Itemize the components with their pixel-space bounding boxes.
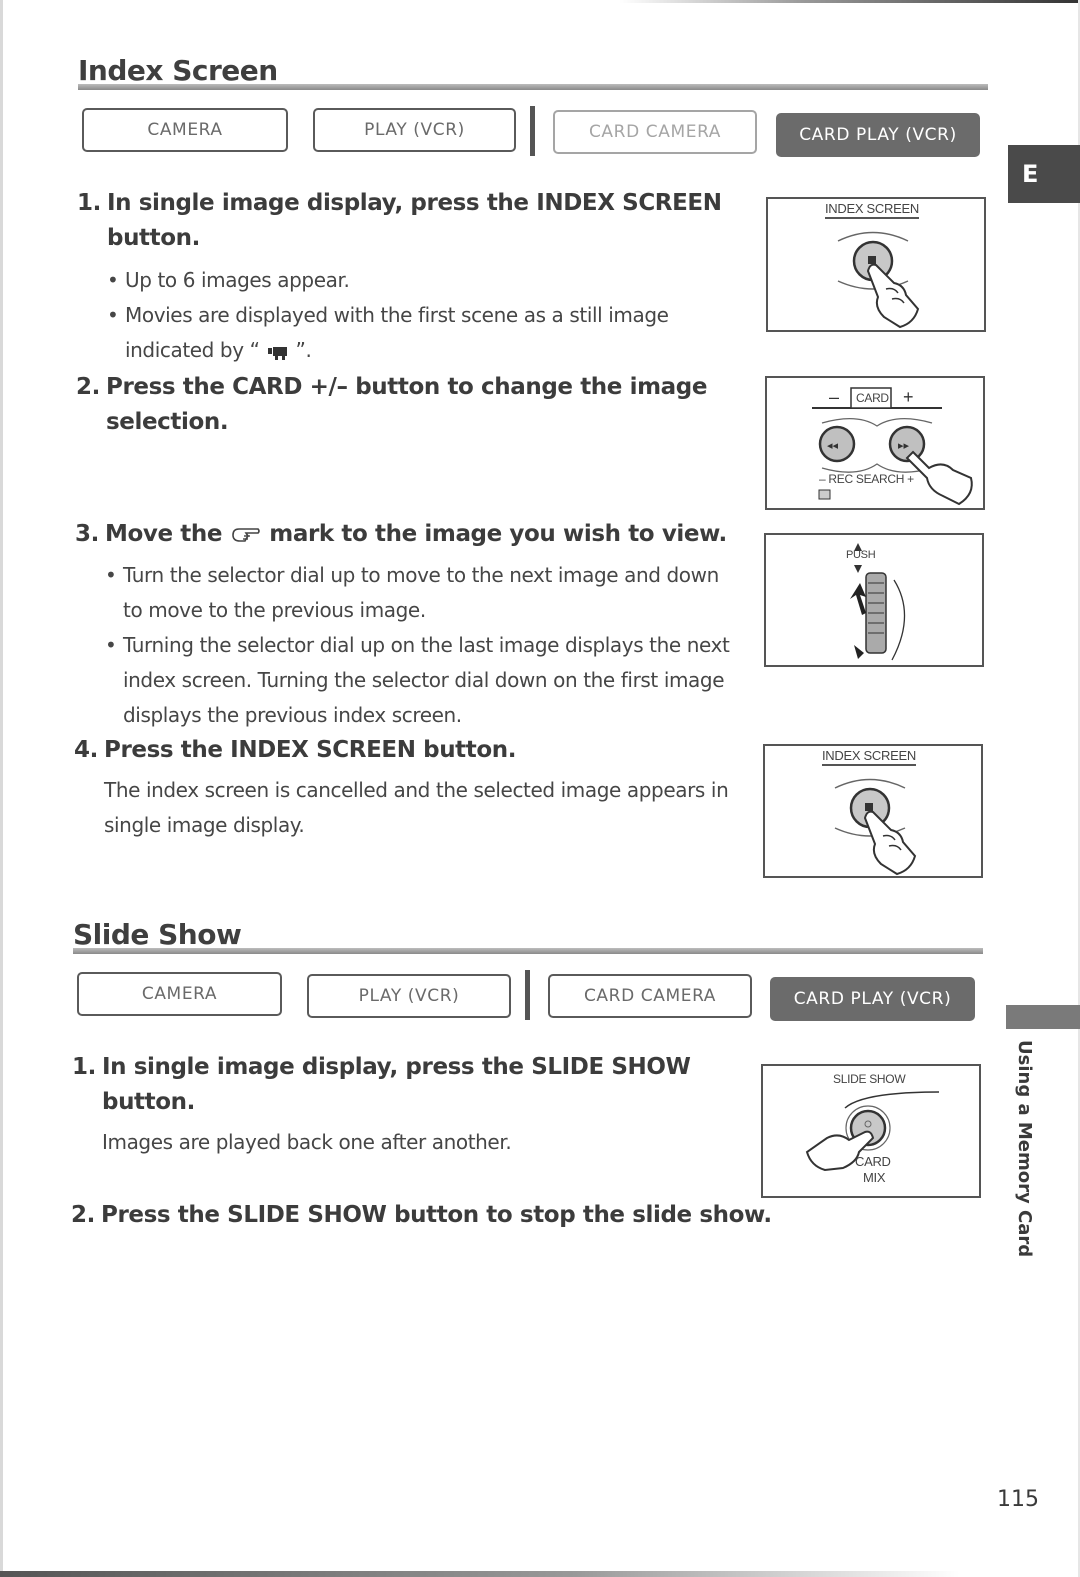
figure-label: – REC SEARCH + [819,472,914,486]
step-text: Press the SLIDE SHOW button to stop the … [101,1202,772,1228]
button-press-illustration [837,231,920,329]
bullet-item: • Up to 6 images appear. [107,263,350,298]
step-3: 3. Move the mark to the image you wish t… [75,517,765,552]
bullet-text: Movies are displayed with the first scen… [125,303,669,327]
bullet-dot: • [105,633,117,657]
language-tab: E [1008,145,1080,203]
mode-card-camera: CARD CAMERA [553,110,757,154]
step-description: Images are played back one after another… [102,1125,742,1160]
step-text: Press the INDEX SCREEN button. [104,737,517,763]
step-number: 4. [74,737,98,763]
description-text: Images are played back one after another… [102,1130,512,1154]
section-title-slide-show: Slide Show [73,918,242,951]
bullet-item: • Movies are displayed with the first sc… [107,298,745,368]
bullet-text: ”. [295,338,312,362]
bullet-text-line: indicated by “ ”. [125,333,745,368]
bullet-text: index screen. Turning the selector dial … [123,668,725,692]
mode-divider [530,106,535,156]
mode-play-vcr: PLAY (VCR) [313,108,516,152]
step-text: mark to the image you wish to view. [269,521,727,547]
bullet-text: to move to the previous image. [123,598,426,622]
bullet-dot: • [107,268,119,292]
step-text: Press the CARD +/– button to change the … [106,374,708,400]
figure-selector-dial: PUSH [764,533,984,667]
selector-dial-illustration [850,543,906,661]
step-text: Move the [105,521,223,547]
step-4: 4. Press the INDEX SCREEN button. [74,733,744,768]
figure-index-screen-button: INDEX SCREEN [766,197,986,332]
page-edge [620,0,1080,3]
chapter-label: Using a Memory Card [1014,1040,1035,1258]
figure-card-plus-minus-buttons: – + ◂◂ ▸▸ CARD – REC SEARCH + [765,376,985,510]
figure-index-screen-button: INDEX SCREEN [763,744,983,878]
page-edge [0,1571,960,1577]
section-title-index-screen: Index Screen [78,54,278,87]
description-text: single image display. [104,813,305,837]
mode-play-vcr: PLAY (VCR) [307,974,511,1018]
rec-search-label: REC SEARCH [828,472,905,486]
bullet-item: • Turning the selector dial up on the la… [105,628,753,733]
step-number: 1. [72,1054,96,1080]
page-edge [0,0,3,1577]
chapter-tab [1006,1005,1080,1029]
step-1: 1. In single image display, press the SL… [72,1050,742,1120]
step-2: 2. Press the SLIDE SHOW button to stop t… [71,1198,781,1233]
step-text: button. [107,225,200,251]
step-number: 1. [77,190,101,216]
bullet-text: Up to 6 images appear. [125,268,350,292]
step-text: selection. [106,409,229,435]
step-description: The index screen is cancelled and the se… [104,773,744,843]
push-label: PUSH [846,549,876,561]
mode-divider [525,970,530,1020]
mode-camera: CAMERA [77,972,282,1016]
bullet-item: • Turn the selector dial up to move to t… [105,558,753,628]
plus-sign: + [907,472,914,486]
movie-camera-icon [267,346,287,360]
bullet-text: displays the previous index screen. [123,703,462,727]
step-1: 1. In single image display, press the IN… [77,186,747,256]
button-press-illustration [834,778,917,876]
step-number: 2. [76,374,100,400]
pointing-hand-icon [231,527,260,542]
mode-camera: CAMERA [82,108,288,152]
mode-card-play-vcr: CARD PLAY (VCR) [770,977,975,1021]
figure-slide-show-button: SLIDE SHOW CARD MIX [761,1064,981,1198]
step-text: In single image display, press the SLIDE… [102,1054,691,1080]
description-text: The index screen is cancelled and the se… [104,778,729,802]
bullet-dot: • [105,563,117,587]
step-text: button. [102,1089,195,1115]
title-underline [78,84,988,90]
page-number: 115 [997,1487,1039,1512]
step-number: 3. [75,521,99,547]
mode-card-play-vcr: CARD PLAY (VCR) [776,113,980,157]
svg-text:◂◂: ◂◂ [827,440,839,452]
figure-sublabel: MIX [863,1170,886,1185]
minus-sign: – [819,472,826,486]
plus-sign: + [903,387,914,407]
minus-sign: – [829,387,839,407]
svg-text:▸▸: ▸▸ [898,440,910,452]
step-text: In single image display, press the INDEX… [107,190,722,216]
step-2: 2. Press the CARD +/– button to change t… [76,370,746,440]
title-underline [73,948,983,954]
figure-label: CARD [856,391,889,405]
figure-sublabel: CARD [855,1154,891,1169]
bullet-dot: • [107,303,119,327]
bullet-text: Turn the selector dial up to move to the… [123,563,719,587]
bullet-text: Turning the selector dial up on the last… [123,633,730,657]
mode-card-camera: CARD CAMERA [548,974,752,1018]
bullet-text: indicated by “ [125,338,260,362]
step-number: 2. [71,1202,95,1228]
